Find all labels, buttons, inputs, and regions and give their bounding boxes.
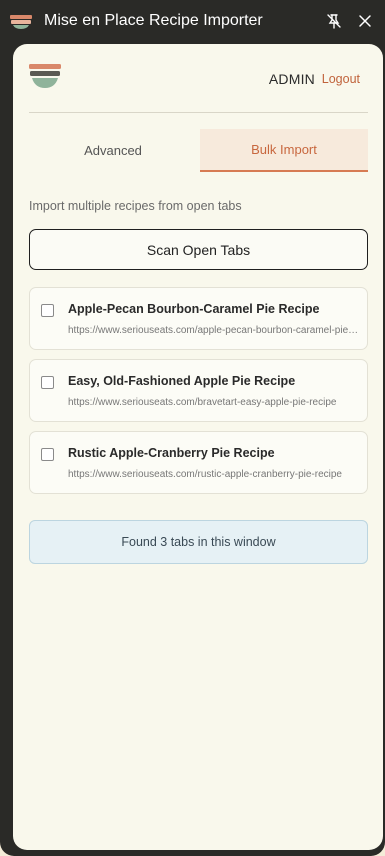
list-item[interactable]: Apple-Pecan Bourbon-Caramel Pie Recipe h… [29, 287, 368, 350]
select-checkbox[interactable] [41, 304, 54, 317]
tab-bulk-import[interactable]: Bulk Import [200, 129, 368, 172]
title-bar: Mise en Place Recipe Importer [0, 0, 385, 44]
main-panel: ADMIN Logout Advanced Bulk Import Import… [13, 44, 383, 850]
recipe-title: Easy, Old-Fashioned Apple Pie Recipe [68, 374, 296, 388]
logout-link[interactable]: Logout [322, 72, 360, 86]
bowl-stack-icon [29, 64, 61, 88]
recipe-url: https://www.seriouseats.com/apple-pecan-… [68, 325, 360, 336]
select-checkbox[interactable] [41, 448, 54, 461]
scan-open-tabs-button[interactable]: Scan Open Tabs [29, 229, 368, 270]
status-message: Found 3 tabs in this window [29, 520, 368, 564]
select-checkbox[interactable] [41, 376, 54, 389]
list-item[interactable]: Easy, Old-Fashioned Apple Pie Recipe htt… [29, 359, 368, 422]
window-title: Mise en Place Recipe Importer [44, 12, 263, 29]
unpin-icon[interactable] [325, 12, 343, 30]
header-divider [29, 112, 368, 113]
recipe-title: Rustic Apple-Cranberry Pie Recipe [68, 446, 275, 460]
recipe-url: https://www.seriouseats.com/rustic-apple… [68, 469, 342, 480]
extension-window: Mise en Place Recipe Importer ADMIN Logo… [0, 0, 385, 856]
close-icon[interactable] [356, 12, 374, 30]
tab-advanced[interactable]: Advanced [29, 129, 197, 172]
recipe-url: https://www.seriouseats.com/bravetart-ea… [68, 397, 337, 408]
bulk-intro-text: Import multiple recipes from open tabs [29, 199, 242, 213]
list-item[interactable]: Rustic Apple-Cranberry Pie Recipe https:… [29, 431, 368, 494]
user-name: ADMIN [268, 71, 315, 87]
bowl-stack-icon [10, 15, 32, 29]
recipe-title: Apple-Pecan Bourbon-Caramel Pie Recipe [68, 302, 320, 316]
